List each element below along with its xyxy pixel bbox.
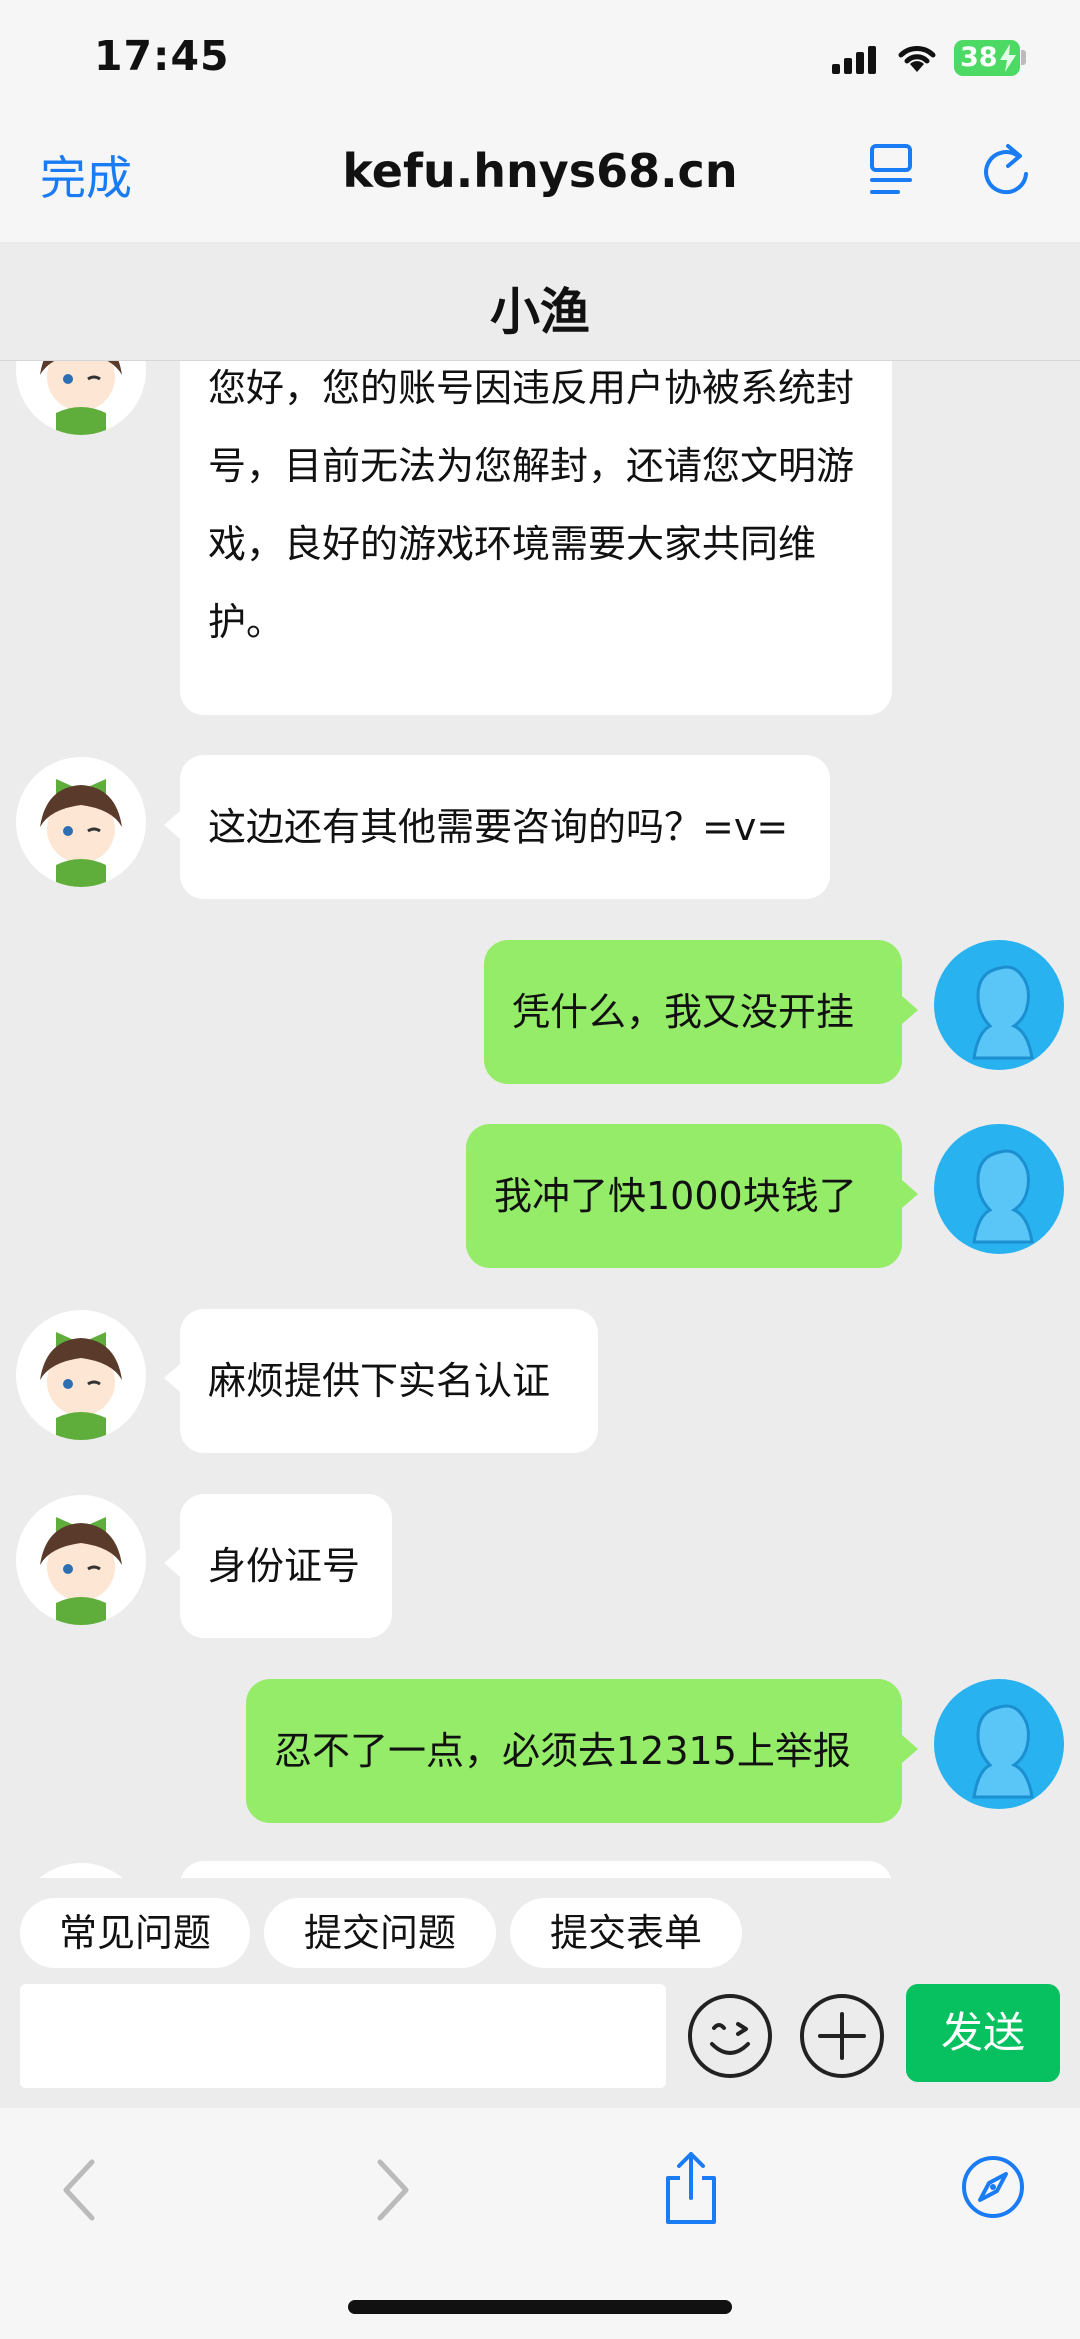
emoji-icon[interactable] bbox=[686, 1992, 774, 2080]
chat-title: 小渔 bbox=[490, 283, 590, 341]
message-bubble: 忍不了一点，必须去12315上举报 bbox=[246, 1679, 902, 1823]
agent-avatar bbox=[16, 1310, 146, 1440]
agent-avatar bbox=[16, 757, 146, 887]
message-bubble: 身份证号 bbox=[180, 1494, 392, 1638]
plus-icon[interactable] bbox=[798, 1992, 886, 2080]
message-bubble-partial bbox=[180, 1861, 892, 1878]
message-bubble: 麻烦提供下实名认证 bbox=[180, 1309, 598, 1453]
send-button[interactable]: 发送 bbox=[906, 1984, 1060, 2082]
reload-icon[interactable] bbox=[978, 140, 1034, 200]
wifi-icon bbox=[898, 46, 936, 72]
user-avatar bbox=[934, 940, 1064, 1070]
chat-header: 小渔 bbox=[0, 242, 1080, 361]
message-input[interactable] bbox=[20, 1984, 666, 2088]
share-icon[interactable] bbox=[660, 2150, 722, 2226]
agent-avatar bbox=[16, 1863, 146, 1878]
user-avatar bbox=[934, 1679, 1064, 1809]
faq-chip[interactable]: 常见问题 bbox=[20, 1898, 250, 1968]
composer: 发送 bbox=[0, 1984, 1080, 2109]
back-icon[interactable] bbox=[60, 2158, 100, 2222]
message-bubble: 这边还有其他需要咨询的吗？=v= bbox=[180, 755, 830, 899]
status-time: 17:45 bbox=[94, 32, 230, 80]
signal-icon bbox=[832, 44, 878, 74]
battery-icon: 38 bbox=[954, 40, 1020, 76]
battery-level: 38 bbox=[960, 42, 998, 73]
submit-form-chip[interactable]: 提交表单 bbox=[510, 1898, 742, 1968]
status-bar: 17:45 38 bbox=[0, 0, 1080, 120]
message-bubble: 我冲了快1000块钱了 bbox=[466, 1124, 902, 1268]
reader-icon[interactable] bbox=[866, 142, 916, 198]
agent-avatar bbox=[16, 361, 146, 435]
user-avatar bbox=[934, 1124, 1064, 1254]
forward-icon[interactable] bbox=[372, 2158, 412, 2222]
home-indicator[interactable] bbox=[348, 2300, 732, 2314]
submit-question-chip[interactable]: 提交问题 bbox=[264, 1898, 496, 1968]
battery-cap bbox=[1021, 50, 1026, 65]
agent-avatar bbox=[16, 1495, 146, 1625]
quick-actions-bar: 常见问题 提交问题 提交表单 bbox=[0, 1878, 1080, 1984]
url-label[interactable]: kefu.hnys68.cn bbox=[0, 144, 1080, 198]
message-bubble: 凭什么，我又没开挂 bbox=[484, 940, 902, 1084]
compass-icon[interactable] bbox=[960, 2154, 1026, 2220]
message-bubble: 您好，您的账号因违反用户协被系统封号，目前无法为您解封，还请您文明游戏，良好的游… bbox=[180, 361, 892, 715]
message-list[interactable]: 您好，您的账号因违反用户协被系统封号，目前无法为您解封，还请您文明游戏，良好的游… bbox=[0, 361, 1080, 1878]
browser-toolbar: 完成 kefu.hnys68.cn bbox=[0, 120, 1080, 243]
